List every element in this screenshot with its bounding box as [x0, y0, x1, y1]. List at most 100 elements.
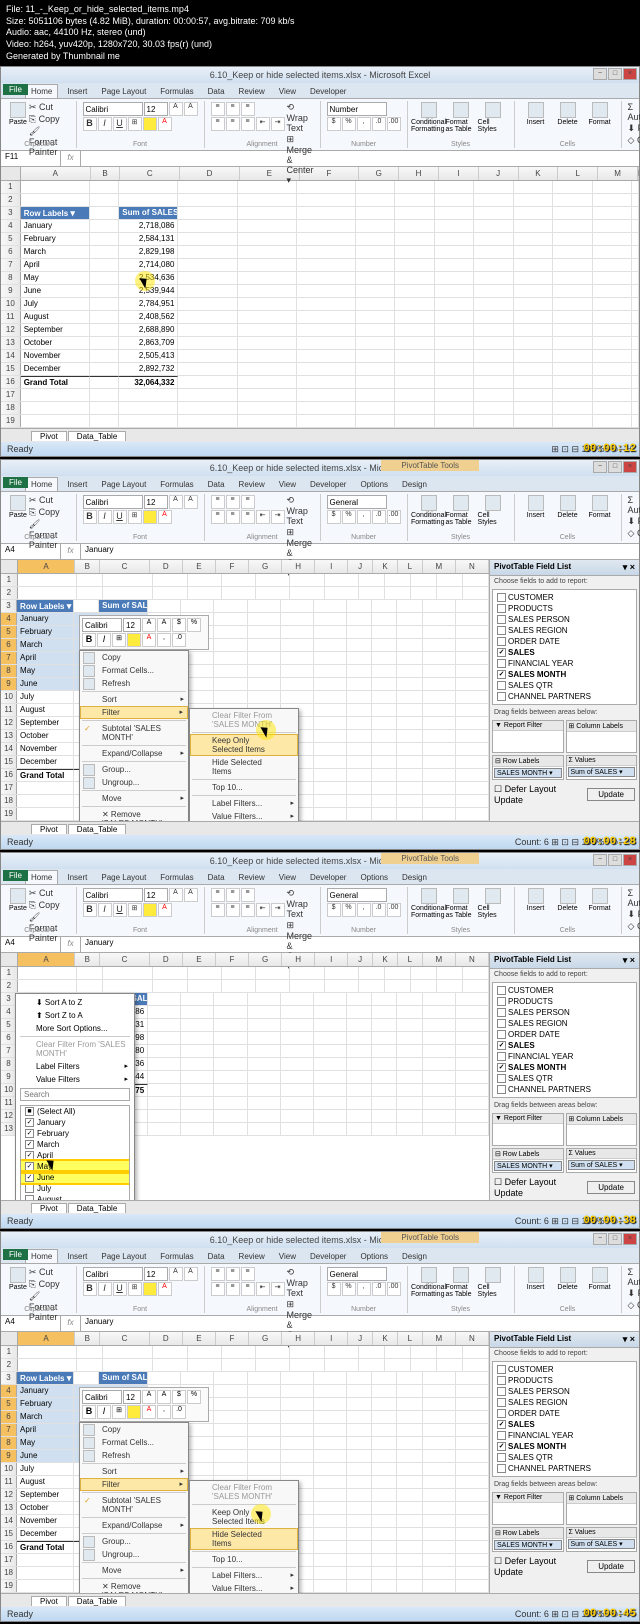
paste-button[interactable]: Paste [9, 888, 27, 926]
cell-styles-button[interactable]: Cell Styles [478, 888, 508, 926]
file-tab[interactable]: File [3, 477, 28, 488]
formula-input[interactable]: January [81, 937, 639, 952]
font-select[interactable] [83, 102, 143, 116]
field-sales-qtr[interactable]: SALES QTR [495, 1452, 634, 1463]
delete-cells-button[interactable]: Delete [553, 1267, 583, 1305]
checkbox-icon[interactable] [497, 997, 506, 1006]
cm-format-cells[interactable]: Format Cells... [80, 664, 188, 677]
clear-button[interactable]: ◇ Clear [628, 135, 640, 146]
decrease-font-icon[interactable]: A [184, 495, 198, 509]
ribbon-tab-view[interactable]: View [274, 1250, 301, 1263]
italic-button[interactable]: I [98, 510, 112, 524]
ribbon-tab-design[interactable]: Design [397, 1250, 432, 1263]
row-labels-area[interactable]: ⊟ Row Labels [493, 756, 563, 767]
column-header-D[interactable]: D [150, 953, 183, 966]
mt-border-icon[interactable]: ⊞ [112, 1405, 126, 1419]
mt-size[interactable] [123, 1390, 141, 1404]
autosum-button[interactable]: Σ AutoSum [628, 1267, 640, 1287]
file-tab[interactable]: File [3, 84, 28, 95]
filter-dropdown-icon[interactable]: ▾ [67, 1373, 72, 1383]
indent-decrease-icon[interactable]: ⇤ [256, 117, 270, 131]
ribbon-tab-review[interactable]: Review [234, 871, 270, 884]
cm-group[interactable]: Group... [80, 1535, 188, 1548]
number-format-select[interactable] [327, 495, 387, 509]
comma-icon[interactable]: , [357, 117, 371, 131]
align-right-icon[interactable]: ≡ [241, 117, 255, 131]
bold-button[interactable]: B [83, 1282, 97, 1296]
percent-icon[interactable]: % [342, 510, 356, 524]
copy-button[interactable]: ⎘ Copy [29, 114, 70, 125]
checkbox-icon[interactable] [497, 1453, 506, 1462]
field-list-close-icon[interactable]: ▾ × [623, 955, 635, 966]
field-sales-region[interactable]: SALES REGION [495, 1397, 634, 1408]
cell-styles-button[interactable]: Cell Styles [478, 1267, 508, 1305]
column-header-D[interactable]: D [150, 1332, 183, 1345]
mt-font[interactable] [82, 1390, 122, 1404]
field-order-date[interactable]: ORDER DATE [495, 636, 634, 647]
update-button[interactable]: Update [587, 788, 635, 801]
increase-font-icon[interactable]: A [169, 102, 183, 116]
column-header-G[interactable]: G [249, 560, 282, 573]
percent-icon[interactable]: % [342, 117, 356, 131]
ribbon-tab-view[interactable]: View [274, 871, 301, 884]
checkbox-icon[interactable] [497, 1052, 506, 1061]
indent-increase-icon[interactable]: ⇥ [271, 1282, 285, 1296]
align-middle-icon[interactable]: ≡ [226, 102, 240, 116]
ribbon-tab-design[interactable]: Design [397, 478, 432, 491]
column-header-B[interactable]: B [91, 167, 121, 180]
field-channel-partners[interactable]: CHANNEL PARTNERS [495, 1084, 634, 1095]
indent-decrease-icon[interactable]: ⇤ [256, 903, 270, 917]
table-row[interactable]: March [21, 246, 90, 258]
field-order-date[interactable]: ORDER DATE [495, 1029, 634, 1040]
wrap-text-button[interactable]: ⟲ Wrap Text [287, 888, 314, 919]
table-row[interactable]: June [17, 1450, 74, 1462]
mt-shrink-font-icon[interactable]: A [157, 618, 171, 632]
ribbon-tab-insert[interactable]: Insert [62, 871, 92, 884]
filter-search[interactable] [20, 1088, 130, 1101]
column-header-A[interactable]: A [18, 1332, 76, 1345]
checkbox-icon[interactable] [497, 681, 506, 690]
cut-button[interactable]: ✂ Cut [29, 102, 70, 113]
ribbon-tab-developer[interactable]: Developer [305, 1250, 351, 1263]
align-bottom-icon[interactable]: ≡ [241, 1267, 255, 1281]
indent-increase-icon[interactable]: ⇥ [271, 510, 285, 524]
table-row[interactable]: April [17, 652, 74, 664]
checkbox-icon[interactable] [497, 1409, 506, 1418]
ribbon-tab-page-layout[interactable]: Page Layout [96, 85, 151, 98]
cm-filter[interactable]: Filter [80, 706, 188, 719]
cm-filter[interactable]: Filter [80, 1478, 188, 1491]
cm-refresh[interactable]: Refresh [80, 1449, 188, 1462]
align-left-icon[interactable]: ≡ [211, 510, 225, 524]
italic-button[interactable]: I [98, 1282, 112, 1296]
column-header-N[interactable]: N [456, 953, 489, 966]
ribbon-tab-data[interactable]: Data [203, 478, 230, 491]
font-size-select[interactable] [144, 495, 168, 509]
ribbon-tab-developer[interactable]: Developer [305, 478, 351, 491]
table-row[interactable]: January [17, 1385, 74, 1397]
fs-label-filters[interactable]: Label Filters... [190, 1569, 298, 1582]
table-row[interactable]: April [17, 1424, 74, 1436]
font-size-select[interactable] [144, 1267, 168, 1281]
column-header-L[interactable]: L [558, 167, 598, 180]
italic-button[interactable]: I [98, 903, 112, 917]
checkbox-icon[interactable] [497, 1387, 506, 1396]
mt-comma-icon[interactable]: , [157, 633, 171, 647]
maximize-button[interactable]: □ [608, 854, 622, 866]
column-header-H[interactable]: H [399, 167, 439, 180]
cm-copy[interactable]: Copy [80, 651, 188, 664]
cm-move[interactable]: Move [80, 792, 188, 805]
merge-center-button[interactable]: ⊞ Merge & Center ▾ [287, 134, 314, 186]
table-row[interactable]: November [17, 1515, 74, 1527]
align-top-icon[interactable]: ≡ [211, 102, 225, 116]
column-labels-area[interactable]: ⊞ Column Labels [567, 1114, 637, 1125]
mt-percent-icon[interactable]: % [187, 1390, 201, 1404]
copy-button[interactable]: ⎘ Copy [29, 1279, 70, 1290]
column-header-A[interactable]: A [21, 167, 91, 180]
field-sales[interactable]: ✓SALES [495, 647, 634, 658]
values-area[interactable]: Σ Values [567, 1149, 637, 1159]
column-header-A[interactable]: A [18, 953, 76, 966]
cm-group[interactable]: Group... [80, 763, 188, 776]
checkbox-icon[interactable] [497, 1074, 506, 1083]
ribbon-tab-data[interactable]: Data [203, 1250, 230, 1263]
column-header-H[interactable]: H [282, 953, 315, 966]
